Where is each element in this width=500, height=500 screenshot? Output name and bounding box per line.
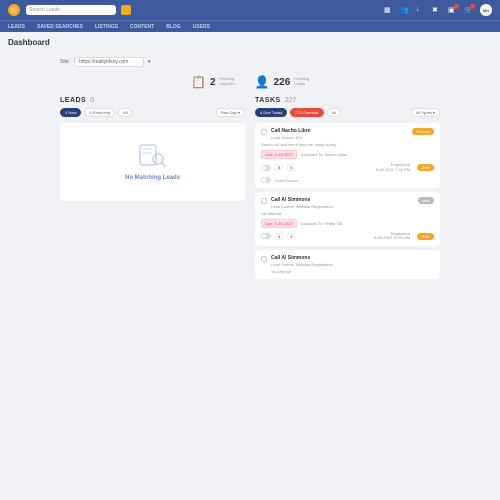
leads-count: 226	[274, 77, 291, 88]
empty-icon	[80, 143, 225, 169]
leads-empty: No Matching Leads	[60, 123, 245, 201]
tasks-column: TASKS 227 4 Due Today 222 Overdue All Al…	[255, 97, 440, 283]
filter-due-today[interactable]: 4 Due Today	[255, 108, 287, 117]
page-title: Dashboard	[0, 32, 500, 53]
task-assigned: Assigned To: Phillip Gill	[301, 221, 343, 226]
tasks-section-count: 227	[285, 97, 297, 104]
edit-button[interactable]: Edit	[417, 164, 434, 171]
leads-sort[interactable]: Past Day ▾	[216, 108, 245, 117]
grid-icon[interactable]: ▦	[384, 6, 392, 14]
task-assigned: Assigned To: Nacho Mster	[301, 152, 348, 157]
stat-inquiries[interactable]: 📋 2 PendingInquiries	[191, 75, 235, 89]
task-checkbox[interactable]	[261, 198, 267, 204]
avatar[interactable]: MN	[480, 4, 492, 16]
task-checkbox[interactable]	[261, 256, 267, 262]
leads-column: LEADS 0 4 New 4 Returning All Past Day ▾…	[60, 97, 245, 283]
nav-listings[interactable]: LISTINGS	[95, 24, 118, 30]
navbar: LEADS SAVED SEARCHES LISTINGS CONTENT BL…	[0, 20, 500, 32]
task-source: Lead Source: IDX	[271, 135, 408, 140]
stats-row: 📋 2 PendingInquiries 👤 226 PendingLeads	[60, 75, 440, 89]
inquiries-count: 2	[210, 77, 216, 88]
task-title: Call Al Simmons	[271, 197, 414, 203]
inquiries-icon: 📋	[191, 75, 206, 89]
stat-leads[interactable]: 👤 226 PendingLeads	[255, 75, 309, 89]
filter-overdue[interactable]: 222 Overdue	[290, 108, 323, 117]
filter-new[interactable]: 4 New	[60, 108, 81, 117]
leads-section-count: 0	[90, 97, 94, 104]
task-checkbox[interactable]	[261, 129, 267, 135]
task-source: Lead Source: Website Registration	[271, 262, 434, 267]
task-badge: Primary	[412, 128, 434, 135]
leads-icon: 👤	[255, 75, 270, 89]
tools-icon[interactable]: ✖	[432, 6, 440, 14]
task-card[interactable]: Call Al Simmons Lead Source: Website Reg…	[255, 250, 440, 279]
task-toggle[interactable]	[261, 165, 271, 171]
users-icon[interactable]: 👥	[400, 6, 408, 14]
nav-content[interactable]: CONTENT	[130, 24, 154, 30]
task-note: Reach out and see if they are ready to b…	[261, 142, 434, 147]
filter-all[interactable]: All	[118, 108, 132, 117]
task-source-2: Lead Source:	[275, 178, 299, 183]
chevron-down-icon[interactable]: ▾	[148, 59, 151, 65]
task-source: Lead Source: Website Registration	[271, 204, 414, 209]
price-max[interactable]: $	[287, 233, 295, 240]
topbar: Search Leads ▦ 👥 ↓ ✖ ▣ 🛒 MN	[0, 0, 500, 20]
tasks-type[interactable]: All Types ▾	[411, 108, 440, 117]
task-title: Call Al Simmons	[271, 255, 434, 261]
cart-icon[interactable]: 🛒	[464, 6, 472, 14]
search-button[interactable]	[121, 5, 131, 15]
box-icon[interactable]: ▣	[448, 6, 456, 14]
task-due: Due: 9-14-2022	[261, 150, 297, 159]
site-select[interactable]: https://realtyidxny.com	[74, 57, 144, 67]
price-min[interactable]: $	[275, 233, 283, 240]
search-input[interactable]: Search Leads	[26, 5, 116, 15]
nav-blog[interactable]: BLOG	[166, 24, 180, 30]
logo[interactable]	[8, 4, 20, 16]
edit-button[interactable]: Edit	[417, 233, 434, 240]
site-selector-row: Site: https://realtyidxny.com ▾	[60, 57, 440, 67]
price-min[interactable]: $	[275, 164, 283, 171]
task-card[interactable]: Call Al Simmons Lead Source: Website Reg…	[255, 192, 440, 247]
tasks-title: TASKS	[255, 97, 281, 104]
task-badge: New	[418, 197, 434, 204]
task-note: 1st Attempt	[261, 211, 434, 216]
task-note: 1st Attempt	[271, 269, 434, 274]
cart-badge	[470, 4, 475, 9]
notification-badge	[454, 4, 459, 9]
task-toggle-2[interactable]	[261, 177, 271, 183]
price-max[interactable]: $	[287, 164, 295, 171]
leads-title: LEADS	[60, 97, 86, 104]
filter-tasks-all[interactable]: All	[327, 108, 341, 117]
down-icon[interactable]: ↓	[416, 6, 424, 14]
task-due: Due: 9-20-2022	[261, 219, 297, 228]
nav-users[interactable]: USERS	[193, 24, 210, 30]
task-card[interactable]: Call Nacho Libre Lead Source: IDX Primar…	[255, 123, 440, 188]
nav-leads[interactable]: LEADS	[8, 24, 25, 30]
site-label: Site:	[60, 59, 70, 65]
task-toggle[interactable]	[261, 233, 271, 239]
task-title: Call Nacho Libre	[271, 128, 408, 134]
nav-saved-searches[interactable]: SAVED SEARCHES	[37, 24, 83, 30]
empty-text: No Matching Leads	[80, 175, 225, 181]
filter-returning[interactable]: 4 Returning	[84, 108, 115, 117]
